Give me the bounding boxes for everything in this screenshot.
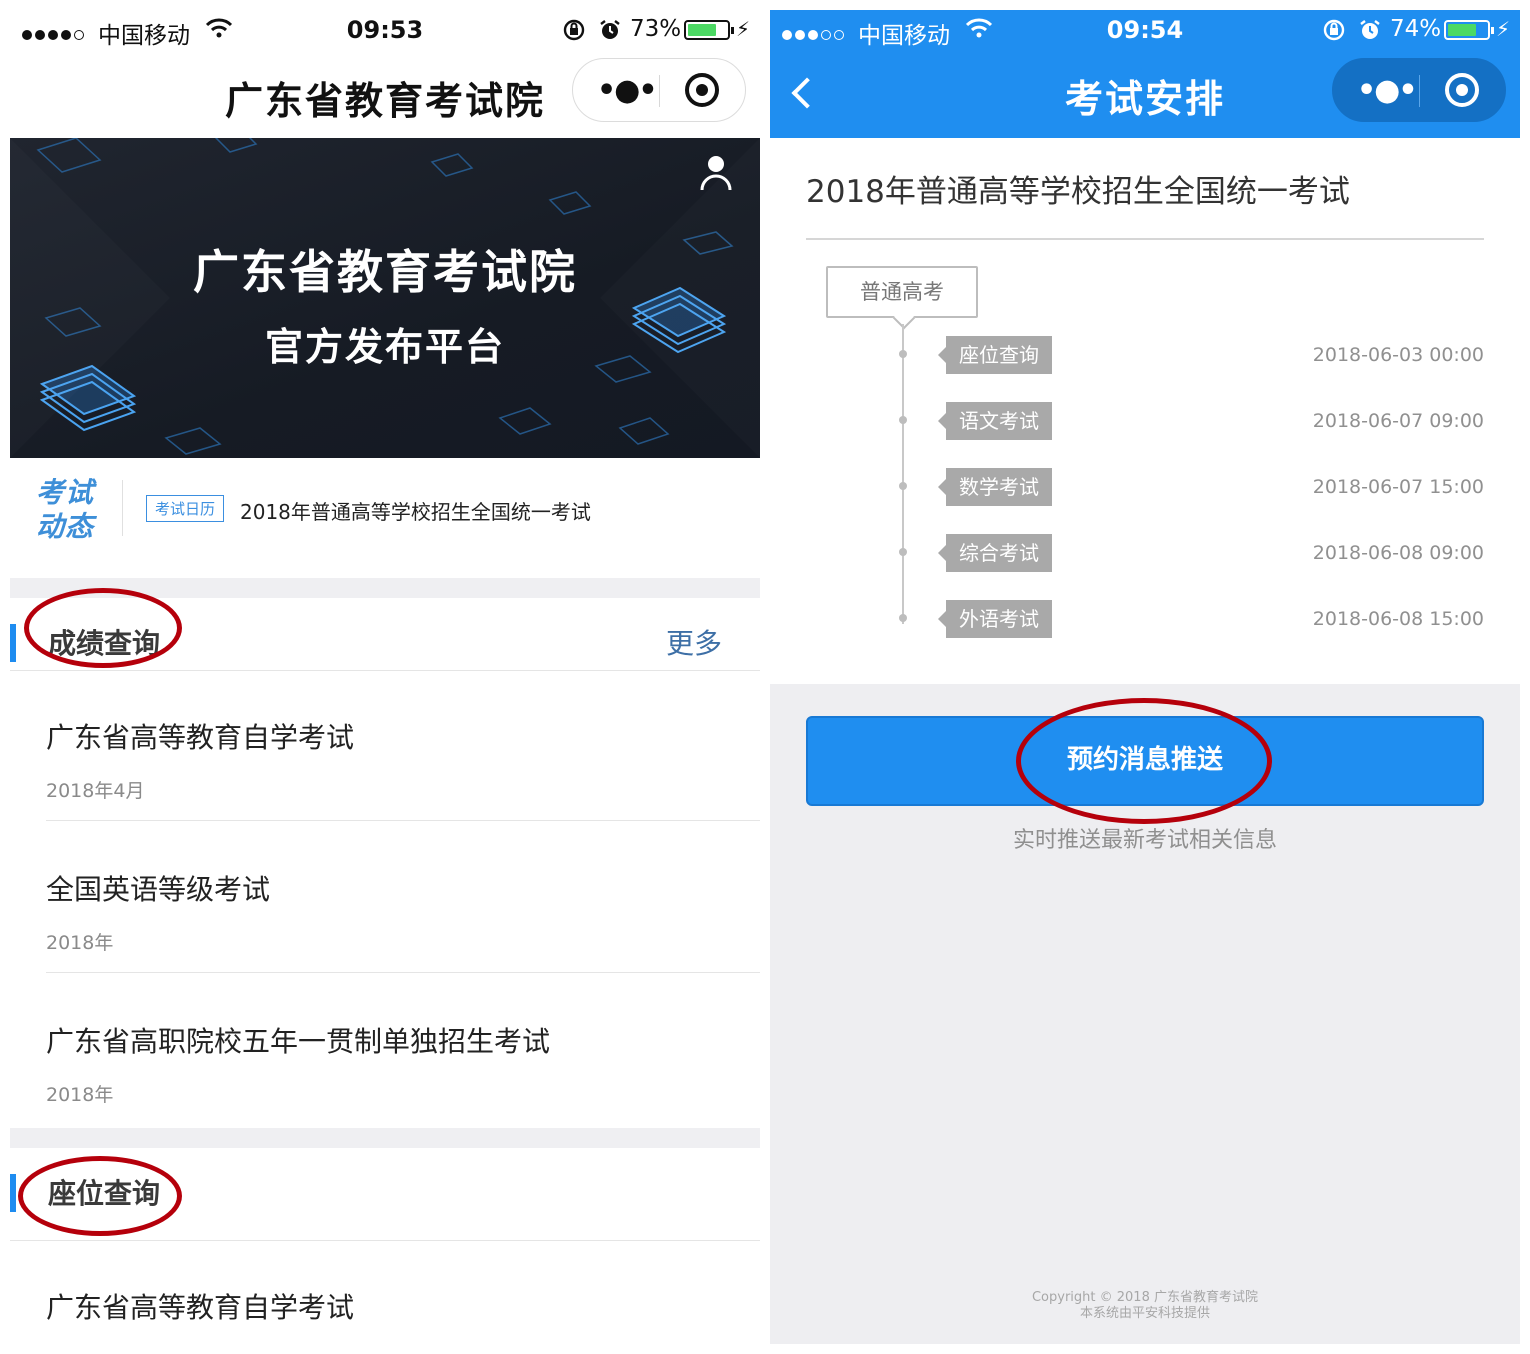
footer: Copyright © 2018 广东省教育考试院 本系统由平安科技提供	[770, 1290, 1520, 1322]
event-label: 外语考试	[938, 600, 1052, 638]
capsule-divider	[1419, 75, 1420, 107]
subscribe-push-button[interactable]: 预约消息推送	[806, 716, 1484, 806]
nav-bar: 中国移动 09:54 74% ⚡ 考试安排 •●•	[770, 10, 1520, 138]
exam-category-node: 普通高考	[826, 266, 978, 318]
event-time: 2018-06-03 00:00	[1312, 344, 1484, 366]
alarm-icon	[1358, 18, 1382, 48]
timeline-event[interactable]: 外语考试 2018-06-08 15:00	[770, 600, 1520, 640]
battery-percent: 73%	[630, 16, 682, 42]
news-divider	[122, 480, 123, 536]
divider	[46, 972, 760, 973]
timeline-event[interactable]: 座位查询 2018-06-03 00:00	[770, 336, 1520, 376]
item-date: 2018年	[46, 932, 114, 954]
battery-icon	[1444, 20, 1494, 40]
news-logo: 考试 动态	[36, 476, 95, 543]
item-name: 广东省高职院校五年一贯制单独招生考试	[46, 1025, 551, 1058]
status-bar: 中国移动 09:54 74% ⚡	[770, 10, 1520, 50]
banner-title: 广东省教育考试院	[193, 245, 577, 299]
rotation-lock-icon	[562, 18, 586, 48]
timeline-event[interactable]: 综合考试 2018-06-08 09:00	[770, 534, 1520, 574]
section-gap	[10, 578, 760, 598]
status-bar: 中国移动 09:53 73% ⚡	[10, 10, 760, 50]
score-list-item[interactable]: 广东省高职院校五年一贯制单独招生考试 2018年	[10, 976, 760, 1128]
copyright-text: Copyright © 2018 广东省教育考试院	[1031, 1290, 1258, 1305]
item-name: 全国英语等级考试	[46, 873, 271, 906]
item-name: 广东省高等教育自学考试	[46, 721, 355, 754]
charging-bolt-icon: ⚡	[736, 17, 751, 41]
screenshot-canvas: 中国移动 09:53 73% ⚡ 广东省教育考试院 •●• 广东省教育考试院 官…	[0, 0, 1530, 1354]
section-accent-bar	[10, 1174, 16, 1212]
timeline-event[interactable]: 数学考试 2018-06-07 15:00	[770, 468, 1520, 508]
event-label: 综合考试	[938, 534, 1052, 572]
banner-subtitle: 官方发布平台	[264, 325, 505, 369]
item-name: 广东省高等教育自学考试	[46, 1291, 355, 1324]
section-gap	[10, 1128, 760, 1148]
charging-bolt-icon: ⚡	[1496, 17, 1511, 41]
right-phone-screen: 中国移动 09:54 74% ⚡ 考试安排 •●• 2018年普通高等学校招生全…	[770, 10, 1520, 1344]
exam-schedule-card: 2018年普通高等学校招生全国统一考试 普通高考 座位查询 2018-06-03…	[770, 138, 1520, 684]
seats-section-header: 座位查询	[10, 1148, 760, 1240]
exam-title: 2018年普通高等学校招生全国统一考试	[806, 174, 1350, 210]
mini-program-capsule: •●•	[572, 58, 746, 122]
timeline-dot	[899, 350, 907, 358]
section-accent-bar	[10, 624, 16, 662]
score-list-item[interactable]: 广东省高等教育自学考试 2018年4月	[10, 672, 760, 824]
capsule-divider	[659, 75, 660, 107]
event-label: 语文考试	[938, 402, 1052, 440]
left-phone-screen: 中国移动 09:53 73% ⚡ 广东省教育考试院 •●• 广东省教育考试院 官…	[10, 10, 760, 1344]
event-time: 2018-06-07 09:00	[1312, 410, 1484, 432]
event-label: 数学考试	[938, 468, 1052, 506]
event-label: 座位查询	[938, 336, 1052, 374]
scores-more-link[interactable]: 更多	[666, 622, 722, 662]
more-dots-icon[interactable]: •●•	[597, 73, 658, 108]
scores-section-title: 成绩查询	[48, 627, 161, 660]
timeline-dot	[899, 416, 907, 424]
provider-text: 本系统由平安科技提供	[1079, 1306, 1210, 1321]
title-divider	[806, 238, 1484, 240]
divider	[10, 670, 760, 671]
user-icon[interactable]	[696, 152, 736, 192]
timeline-dot	[899, 482, 907, 490]
timeline-dot	[899, 548, 907, 556]
mini-program-capsule: •●•	[1332, 58, 1506, 122]
divider	[46, 820, 760, 821]
item-date: 2018年	[46, 1084, 114, 1106]
alarm-icon	[598, 18, 622, 48]
divider	[10, 1240, 760, 1241]
score-list-item[interactable]: 全国英语等级考试 2018年	[10, 824, 760, 976]
target-close-icon[interactable]	[685, 73, 719, 107]
battery-percent: 74%	[1390, 16, 1442, 42]
event-time: 2018-06-08 15:00	[1312, 608, 1484, 630]
more-dots-icon[interactable]: •●•	[1357, 73, 1418, 108]
news-headline[interactable]: 2018年普通高等学校招生全国统一考试	[240, 496, 591, 525]
push-hint-text: 实时推送最新考试相关信息	[1012, 828, 1277, 853]
page-title: 广东省教育考试院	[225, 79, 546, 123]
target-close-icon[interactable]	[1445, 73, 1479, 107]
event-time: 2018-06-08 09:00	[1312, 542, 1484, 564]
item-date: 2018年4月	[46, 780, 145, 802]
seat-list-item[interactable]: 广东省高等教育自学考试	[10, 1242, 760, 1344]
event-time: 2018-06-07 15:00	[1312, 476, 1484, 498]
calendar-tag: 考试日历	[146, 495, 225, 522]
nav-bar: 广东省教育考试院 •●•	[10, 50, 760, 138]
rotation-lock-icon	[1322, 18, 1346, 48]
battery-icon	[684, 20, 734, 40]
timeline-dot	[899, 614, 907, 622]
hero-banner: 广东省教育考试院 官方发布平台	[10, 138, 760, 458]
timeline-event[interactable]: 语文考试 2018-06-07 09:00	[770, 402, 1520, 442]
exam-news-strip[interactable]: 考试 动态 考试日历 2018年普通高等学校招生全国统一考试	[10, 458, 760, 578]
seats-section-title: 座位查询	[48, 1177, 161, 1210]
